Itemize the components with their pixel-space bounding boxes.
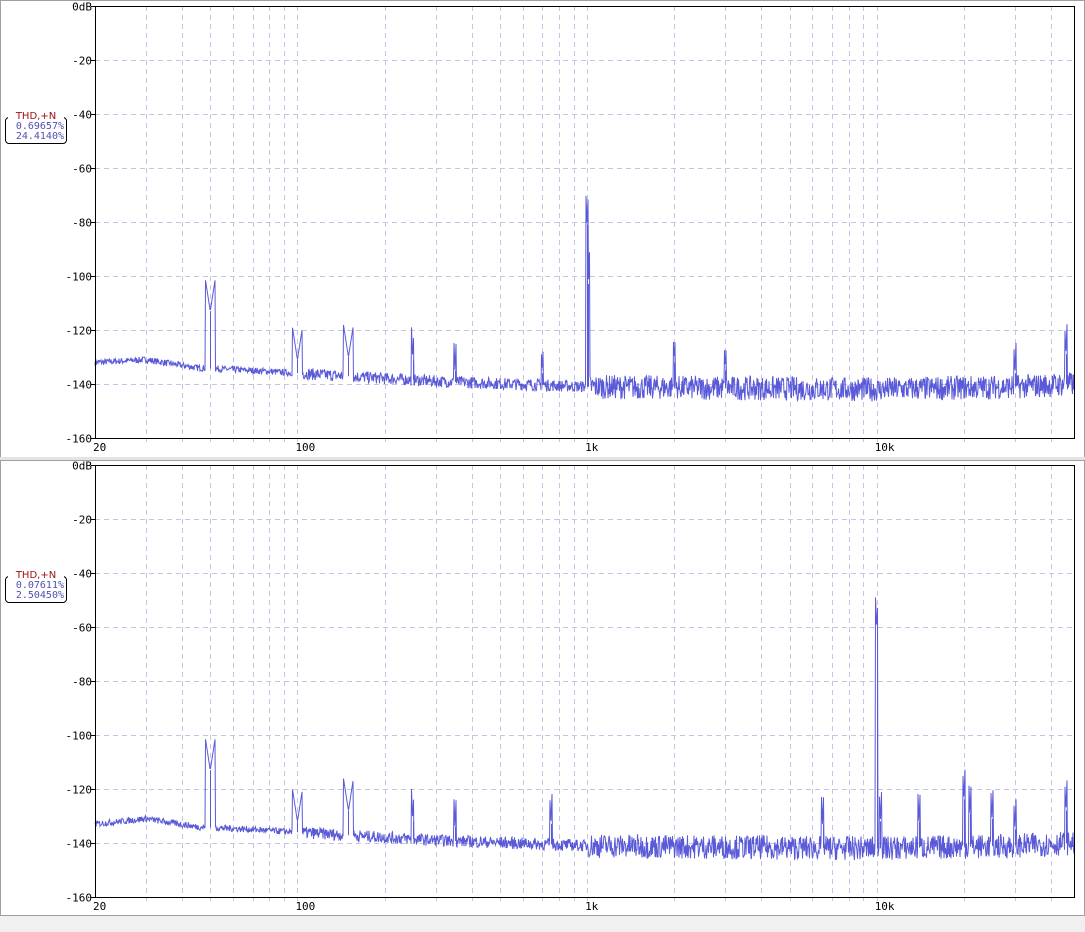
y-tick-label: -40: [72, 109, 92, 122]
window-bottom-bar: [0, 916, 1085, 932]
y-tick-label: -60: [72, 622, 92, 635]
x-tick-label: 10k: [875, 441, 895, 454]
x-tick-label: 20: [93, 441, 106, 454]
x-tick-label: 20: [93, 900, 106, 913]
y-tick-label: -140: [66, 838, 93, 851]
thd-readout-top: THD,+N 0.69657% 24.4140%: [5, 112, 67, 144]
thdn-value: 24.4140%: [15, 131, 64, 142]
y-tick-label: -100: [66, 730, 93, 743]
y-tick-label: -20: [72, 514, 92, 527]
y-tick-label: -160: [66, 433, 93, 446]
y-tick-label: -120: [66, 784, 93, 797]
y-tick-label: -160: [66, 892, 93, 905]
spectrum-charts: 0dB-20-40-60-80-100-120-140-16020 100 1k 10…: [0, 0, 1085, 932]
y-tick-label: -80: [72, 676, 92, 689]
x-tick-label: 100: [295, 441, 315, 454]
y-tick-label: -80: [72, 217, 92, 230]
y-tick-label: 0dB: [72, 1, 92, 14]
thd-readout-bottom: THD,+N 0.07611% 2.50450%: [5, 571, 67, 603]
panel-separator: [0, 457, 1085, 460]
x-tick-label: 10k: [875, 900, 895, 913]
y-tick-label: -60: [72, 163, 92, 176]
y-tick-label: -100: [66, 271, 93, 284]
x-tick-label: 1k: [585, 900, 599, 913]
x-tick-label: 100: [295, 900, 315, 913]
y-tick-label: -20: [72, 55, 92, 68]
x-tick-label: 1k: [585, 441, 599, 454]
y-tick-label: 0dB: [72, 460, 92, 473]
y-tick-label: -140: [66, 379, 93, 392]
y-tick-label: -40: [72, 568, 92, 581]
y-tick-label: -120: [66, 325, 93, 338]
thdn-value: 2.50450%: [15, 590, 64, 601]
